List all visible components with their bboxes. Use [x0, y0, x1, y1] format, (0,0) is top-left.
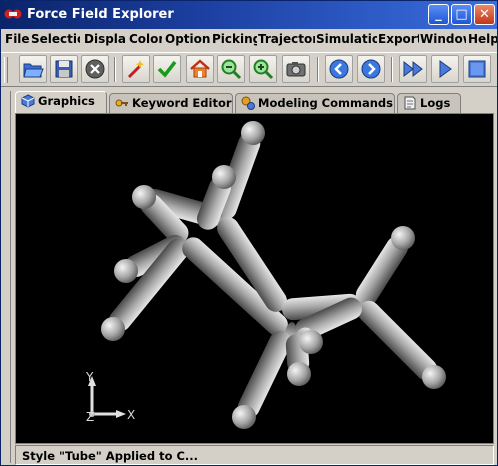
- menu-file[interactable]: File: [5, 32, 29, 46]
- zoom-out-icon: [221, 59, 242, 80]
- save-button[interactable]: [50, 55, 78, 83]
- side-divider: [5, 91, 11, 463]
- status-text: Style "Tube" Applied to C...: [22, 449, 199, 463]
- menu-picking[interactable]: Picking: [212, 32, 257, 46]
- stop-icon: [468, 60, 486, 78]
- atom-cap: [241, 121, 265, 145]
- atom-cap: [101, 317, 125, 341]
- play-icon: [439, 60, 452, 78]
- atom-cap: [422, 365, 446, 389]
- atom-cap: [132, 185, 156, 209]
- toolbar-separator: [391, 57, 393, 82]
- previous-arrow-icon: [329, 59, 349, 79]
- graphics-viewport[interactable]: Y X Z: [15, 113, 494, 444]
- app-window: Force Field Explorer _ □ ✕ File Selectio…: [0, 0, 498, 466]
- tab-modeling-commands[interactable]: Modeling Commands: [235, 93, 395, 113]
- camera-icon: [286, 62, 306, 77]
- close-circle-icon: [85, 59, 105, 79]
- toolbar-grip[interactable]: [4, 57, 8, 83]
- next-arrow-icon: [361, 59, 381, 79]
- open-folder-icon: [23, 63, 44, 78]
- atom-cap: [287, 362, 311, 386]
- toolbar-separator: [114, 57, 116, 82]
- bond-tubes: [108, 132, 438, 419]
- snapshot-button[interactable]: [282, 55, 310, 83]
- menu-simulation[interactable]: Simulation: [316, 32, 377, 46]
- stop-button[interactable]: [463, 55, 491, 83]
- home-icon: [190, 59, 210, 78]
- menu-options[interactable]: Options: [165, 32, 210, 46]
- menu-color[interactable]: Color: [129, 32, 162, 46]
- menu-trajectory[interactable]: Trajectory: [258, 32, 315, 46]
- tab-graphics[interactable]: Graphics: [15, 91, 107, 114]
- gears-icon: [241, 96, 255, 110]
- y-axis-label: Y: [86, 370, 94, 384]
- checkmark-icon: [157, 60, 177, 78]
- next-button[interactable]: [357, 55, 385, 83]
- tab-logs[interactable]: Logs: [397, 93, 461, 113]
- toolbar: [1, 52, 497, 87]
- atom-cap: [232, 405, 256, 429]
- tab-bar: Graphics Keyword Editor Modeling Command…: [13, 91, 493, 114]
- zoom-in-button[interactable]: [249, 55, 277, 83]
- zoom-out-button[interactable]: [217, 55, 245, 83]
- tab-logs-label: Logs: [420, 96, 451, 110]
- menu-export[interactable]: Export: [378, 32, 419, 46]
- molecule-render: [88, 121, 446, 429]
- maximize-button[interactable]: □: [451, 4, 472, 25]
- document-icon: [404, 96, 416, 110]
- tab-graphics-label: Graphics: [38, 94, 95, 108]
- z-axis-label: Z: [86, 410, 95, 424]
- open-button[interactable]: [19, 55, 47, 83]
- app-logo-icon: [4, 9, 22, 19]
- close-window-button[interactable]: ✕: [474, 4, 495, 25]
- apply-button[interactable]: [153, 55, 181, 83]
- title-bar[interactable]: Force Field Explorer _ □ ✕: [1, 1, 497, 29]
- key-icon: [115, 99, 128, 107]
- zoom-in-icon: [253, 59, 274, 80]
- fast-forward-icon: [403, 60, 423, 78]
- play-button[interactable]: [431, 55, 459, 83]
- window-title: Force Field Explorer: [27, 7, 174, 22]
- save-disk-icon: [55, 60, 73, 78]
- close-button[interactable]: [81, 55, 109, 83]
- atom-cap: [391, 226, 415, 250]
- previous-button[interactable]: [325, 55, 353, 83]
- toolbar-separator: [317, 57, 319, 82]
- graphics-cube-icon: [21, 94, 35, 108]
- atom-cap: [212, 165, 236, 189]
- tab-keyword-editor-label: Keyword Editor: [132, 96, 232, 110]
- atom-cap: [114, 259, 138, 283]
- select-tool-button[interactable]: [122, 55, 150, 83]
- fast-forward-button[interactable]: [399, 55, 427, 83]
- home-button[interactable]: [186, 55, 214, 83]
- atom-cap: [299, 330, 323, 354]
- menu-help[interactable]: Help: [468, 32, 497, 46]
- menu-bar: File Selection Display Color Options Pic…: [1, 29, 497, 50]
- x-axis-label: X: [127, 408, 136, 422]
- menu-display[interactable]: Display: [84, 32, 126, 46]
- wand-icon: [127, 60, 145, 79]
- status-bar: Style "Tube" Applied to C...: [15, 445, 494, 465]
- tab-modeling-commands-label: Modeling Commands: [258, 96, 394, 110]
- minimize-button[interactable]: _: [428, 4, 449, 25]
- menu-selection[interactable]: Selection: [31, 32, 80, 46]
- menu-window[interactable]: Window: [420, 32, 466, 46]
- tab-keyword-editor[interactable]: Keyword Editor: [109, 93, 233, 113]
